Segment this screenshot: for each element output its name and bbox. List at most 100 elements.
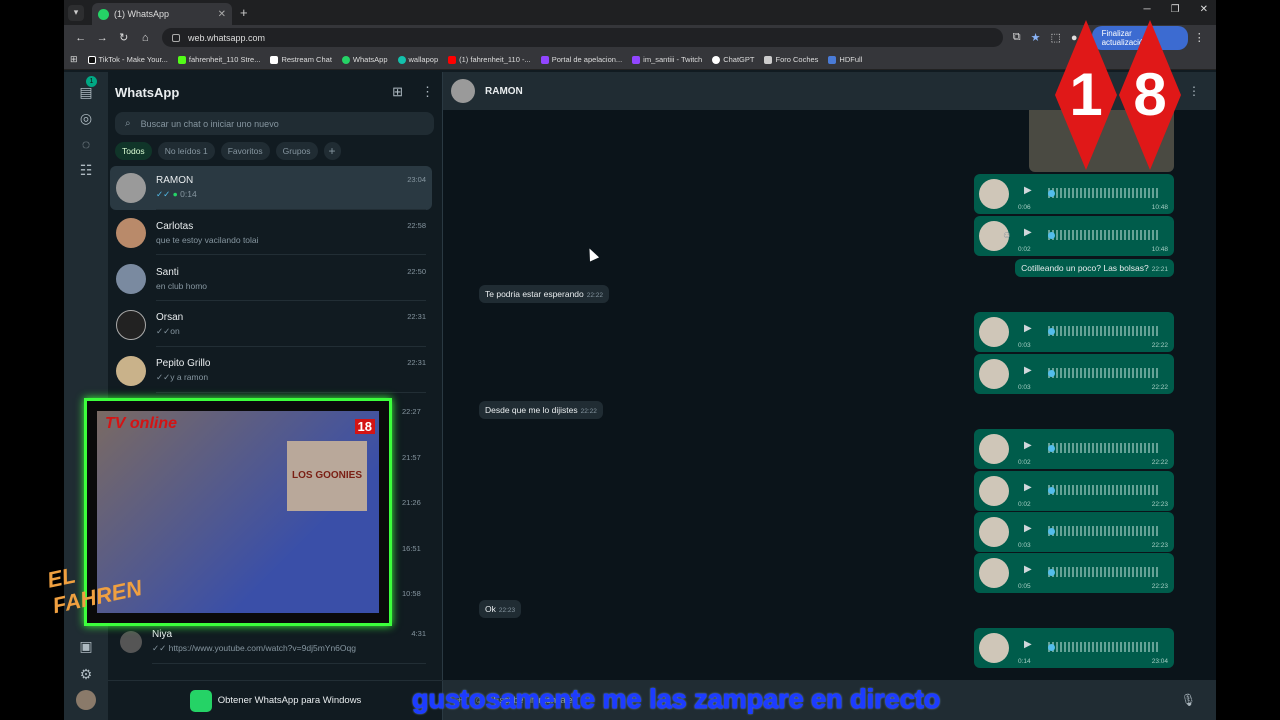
voice-duration: 0:03	[1018, 384, 1031, 391]
bookmark-star-icon[interactable]: ★	[1031, 31, 1041, 44]
bookmark-youtube[interactable]: (1) fahrenheit_110 -...	[448, 55, 531, 64]
waveform[interactable]	[1048, 230, 1160, 240]
seek-handle[interactable]	[1048, 445, 1055, 452]
voice-duration: 0:02	[1018, 246, 1031, 253]
search-input[interactable]: ⌕ Buscar un chat o iniciar uno nuevo	[115, 112, 434, 135]
chat-name: Carlotas	[156, 220, 194, 232]
contact-avatar[interactable]	[451, 79, 475, 103]
seek-handle[interactable]	[1048, 370, 1055, 377]
filter-favorites[interactable]: Favoritos	[220, 142, 270, 160]
new-chat-icon[interactable]: ⊞	[392, 84, 403, 100]
apps-icon[interactable]: ⊞	[70, 54, 78, 65]
waveform[interactable]	[1048, 443, 1160, 453]
profile-avatar[interactable]	[76, 690, 96, 710]
add-filter-button[interactable]: +	[323, 142, 341, 160]
seek-handle[interactable]	[1048, 232, 1055, 239]
communities-icon[interactable]: ☷	[76, 160, 96, 180]
chat-row-orsan[interactable]: Orsan 22:31 ✓✓on	[110, 303, 432, 347]
bookmark-appeals[interactable]: Portal de apelacion...	[540, 55, 622, 64]
waveform[interactable]	[1048, 567, 1160, 577]
age-digit: 8	[1119, 20, 1181, 170]
voice-message[interactable]: ▶ 0:03 22:22	[974, 354, 1174, 394]
chat-row-niya[interactable]: Niya 4:31 ✓✓ https://www.youtube.com/watc…	[110, 620, 432, 664]
play-icon[interactable]: ▶	[1024, 185, 1032, 196]
filter-groups[interactable]: Grupos	[275, 142, 318, 160]
waveform[interactable]	[1048, 526, 1160, 536]
tab-whatsapp[interactable]: (1) WhatsApp ✕	[92, 3, 232, 25]
forward-icon[interactable]: →	[92, 32, 114, 44]
bookmark-kick[interactable]: fahrenheit_110 Stre...	[177, 55, 260, 64]
conversation-menu-icon[interactable]: ⋮	[1188, 84, 1200, 98]
get-app-banner[interactable]: Obtener WhatsApp para Windows	[108, 680, 443, 720]
play-icon[interactable]: ▶	[1024, 323, 1032, 334]
bookmark-twitch[interactable]: im_santiii - Twitch	[632, 55, 702, 64]
bookmark-hdfull[interactable]: HDFull	[828, 55, 862, 64]
chat-preview: en club homo	[156, 280, 208, 291]
chat-preview: ✓✓ https://www.youtube.com/watch?v=9dj5m…	[152, 643, 426, 654]
bookmark-forocoches[interactable]: Foro Coches	[764, 55, 818, 64]
play-icon[interactable]: ▶	[1024, 564, 1032, 575]
play-icon[interactable]: ▶	[1024, 482, 1032, 493]
status-icon[interactable]: ◎	[76, 108, 96, 128]
age-digit: 8	[364, 419, 372, 434]
play-icon[interactable]: ▶	[1024, 639, 1032, 650]
seek-handle[interactable]	[1048, 487, 1055, 494]
seek-handle[interactable]	[1048, 569, 1055, 576]
waveform[interactable]	[1048, 368, 1160, 378]
close-window-icon[interactable]: ✕	[1200, 4, 1208, 15]
bookmark-tiktok[interactable]: TikTok - Make Your...	[87, 55, 168, 64]
play-icon[interactable]: ▶	[1024, 440, 1032, 451]
chat-row-pepito-grillo[interactable]: Pepito Grillo 22:31 ✓✓y a ramon	[110, 349, 432, 393]
voice-message[interactable]: ▶ 0:14 23:04	[974, 628, 1174, 668]
contact-name: RAMON	[485, 85, 523, 97]
tab-search-icon[interactable]: ▾	[68, 4, 84, 21]
filter-all[interactable]: Todos	[115, 142, 152, 160]
play-icon[interactable]: ▶	[1024, 523, 1032, 534]
avatar	[116, 218, 146, 248]
bookmark-restream[interactable]: Restream Chat	[270, 55, 332, 64]
channels-icon[interactable]: ◌	[76, 134, 96, 154]
back-icon[interactable]: ←	[70, 32, 92, 44]
cast-icon[interactable]: ⧉	[1013, 31, 1021, 44]
chat-row-carlotas[interactable]: Carlotas 22:58 que te estoy vacilando tol…	[110, 211, 432, 255]
new-tab-button[interactable]: +	[240, 5, 248, 20]
browser-menu-icon[interactable]: ⋮	[1188, 31, 1210, 44]
site-info-icon[interactable]	[172, 33, 180, 42]
seek-handle[interactable]	[1048, 328, 1055, 335]
emoji-reaction-icon[interactable]: ☺	[1002, 230, 1012, 241]
voice-message[interactable]: ▶ 0:02 22:23	[974, 471, 1174, 511]
waveform[interactable]	[1048, 326, 1160, 336]
bookmark-wallapop[interactable]: wallapop	[397, 55, 438, 64]
bookmark-chatgpt[interactable]: ChatGPT	[712, 55, 754, 64]
chat-time: 22:27	[402, 407, 421, 416]
chat-row-ramon[interactable]: RAMON 23:04 ✓✓ ● 0:14	[110, 166, 432, 210]
waveform[interactable]	[1048, 642, 1160, 652]
voice-message[interactable]: ▶ 0:03 22:23	[974, 512, 1174, 552]
menu-icon[interactable]: ⋮	[421, 84, 434, 100]
waveform[interactable]	[1048, 188, 1160, 198]
voice-message[interactable]: ▶ 0:05 22:23	[974, 553, 1174, 593]
maximize-icon[interactable]: ❐	[1171, 4, 1180, 15]
chat-row-santi[interactable]: Santi 22:50 en club homo	[110, 257, 432, 301]
voice-message[interactable]: ▶ 0:02 22:22	[974, 429, 1174, 469]
play-icon[interactable]: ▶	[1024, 227, 1032, 238]
chat-preview-text: on	[170, 326, 180, 336]
close-tab-icon[interactable]: ✕	[218, 9, 226, 20]
chat-name-line: Niya 4:31	[152, 629, 426, 640]
voice-message[interactable]: ▶ 0:06 10:48	[974, 174, 1174, 214]
waveform[interactable]	[1048, 485, 1160, 495]
sender-avatar	[979, 517, 1009, 547]
play-icon[interactable]: ▶	[1024, 365, 1032, 376]
settings-icon[interactable]: ⚙	[76, 664, 96, 684]
seek-handle[interactable]	[1048, 528, 1055, 535]
reload-icon[interactable]: ↻	[113, 31, 135, 44]
filter-unread[interactable]: No leídos 1	[157, 142, 215, 160]
mic-icon[interactable]: 🎙	[1181, 693, 1196, 707]
bookmark-whatsapp[interactable]: WhatsApp	[341, 55, 388, 64]
seek-handle[interactable]	[1048, 644, 1055, 651]
voice-message[interactable]: ▶ 0:03 22:22	[974, 312, 1174, 352]
home-icon[interactable]: ⌂	[135, 32, 157, 44]
url-field[interactable]: web.whatsapp.com	[162, 28, 1003, 47]
minimize-icon[interactable]: ─	[1144, 4, 1151, 15]
seek-handle[interactable]	[1048, 190, 1055, 197]
